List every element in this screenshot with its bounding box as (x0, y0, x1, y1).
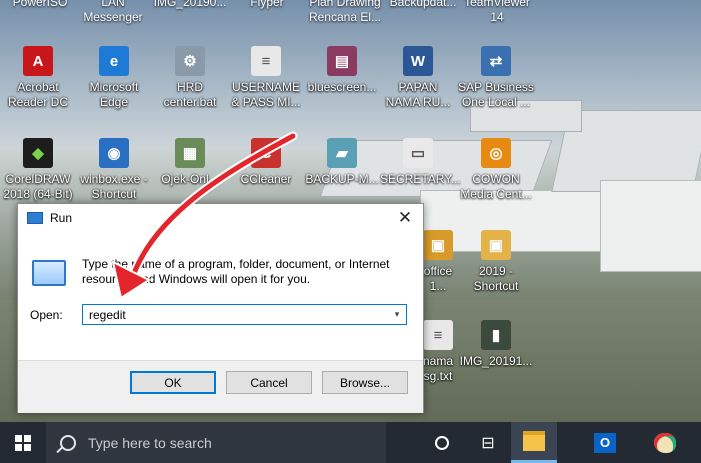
desktop-icon-label: CCleaner (240, 172, 292, 186)
desktop-icon-sap[interactable]: ⇄ SAP Business One Local ... (458, 46, 534, 110)
paint-button[interactable] (642, 422, 688, 463)
folder-icon (523, 431, 545, 451)
desktop-icon-label: SAP Business One Local ... (458, 80, 534, 109)
sap-icon: ⇄ (481, 46, 511, 76)
close-icon[interactable]: ✕ (387, 204, 423, 232)
image-file-icon: ▦ (175, 138, 205, 168)
coreldraw-icon: ◆ (23, 138, 53, 168)
paint-palette-icon (654, 432, 676, 453)
outlook-button[interactable]: O (582, 422, 628, 463)
desktop-icon-label[interactable]: Plan Drawing Rencana El... (300, 0, 390, 25)
text-file-icon: ≡ (423, 320, 453, 350)
chevron-down-icon[interactable]: ▾ (388, 309, 406, 320)
task-view-icon: ⊟ (481, 434, 495, 452)
desktop-icon-hrd[interactable]: ⚙ HRD center.bat (152, 46, 228, 110)
desktop-icon-label: Microsoft Edge (89, 80, 139, 109)
cortana-icon (435, 435, 449, 450)
desktop-icon-label: PAPAN NAMA RU... (385, 80, 451, 109)
taskbar-search-box[interactable]: Type here to search (46, 422, 386, 463)
windows-logo-icon (15, 434, 31, 451)
desktop-icon-label: bluescreen... (307, 80, 377, 94)
ok-button[interactable]: OK (130, 371, 216, 394)
acrobat-icon: A (23, 46, 53, 76)
open-input[interactable]: regedit ▾ (82, 304, 407, 325)
desktop-icon-secretary[interactable]: ▭ SECRETARY... (380, 138, 461, 187)
cortana-button[interactable] (419, 422, 465, 463)
run-description: Type the name of a program, folder, docu… (82, 257, 390, 286)
run-dialog: Run ✕ Type the name of a program, folder… (17, 203, 424, 413)
desktop-icon-label: 2019 - Shortcut (473, 264, 519, 293)
search-placeholder: Type here to search (88, 434, 212, 451)
desktop-icon-label: CorelDRAW 2018 (64-Bit) (3, 172, 73, 201)
desktop-icon-label: Ojek-Onl... (161, 172, 219, 186)
run-title: Run (50, 211, 73, 225)
edge-icon: e (99, 46, 129, 76)
start-button[interactable] (0, 422, 46, 463)
factory-wall-2 (600, 180, 701, 272)
browse-button[interactable]: Browse... (322, 371, 408, 394)
cowon-icon: ◎ (481, 138, 511, 168)
file-explorer-button[interactable] (511, 422, 557, 463)
desktop-icon-label: HRD center.bat (163, 80, 217, 109)
run-app-icon (27, 212, 43, 224)
run-titlebar[interactable]: Run ✕ (18, 204, 423, 232)
desktop-icon-coreldraw[interactable]: ◆ CorelDRAW 2018 (64-Bit) (0, 138, 76, 202)
ccleaner-icon: C (251, 138, 281, 168)
desktop-icon-label: SECRETARY... (380, 172, 461, 186)
desktop-icon-label: winbox.exe - Shortcut (80, 172, 148, 201)
winrar-icon: ▤ (327, 46, 357, 76)
text-file-icon: ≡ (251, 46, 281, 76)
folder-shortcut-icon: ▣ (423, 230, 453, 260)
button-row: OK Cancel Browse... (18, 360, 423, 413)
desktop-icon-bluescreen[interactable]: ▤ bluescreen... (304, 46, 380, 95)
desktop-icon-label: Acrobat Reader DC (7, 80, 69, 109)
desktop-icon-img[interactable]: ▮ IMG_20191... (458, 320, 534, 369)
desktop-icon-backup[interactable]: ▰ BACKUP-M... (304, 138, 380, 187)
search-icon (60, 434, 76, 451)
desktop-icon-ojek[interactable]: ▦ Ojek-Onl... (152, 138, 228, 187)
desktop-icon-label: BACKUP-M... (305, 172, 379, 186)
run-body: Type the name of a program, folder, docu… (18, 232, 423, 413)
task-view-button[interactable]: ⊟ (465, 422, 511, 463)
desktop-icon-ccleaner[interactable]: C CCleaner (228, 138, 304, 187)
desktop-icon-label[interactable]: TeamViewer 14 (452, 0, 542, 25)
desktop-icon-label[interactable]: Flyper (222, 0, 312, 10)
desktop-icon-label: USERNAME & PASS MI... (231, 80, 301, 109)
desktop-icon-2019-shortcut[interactable]: ▣ 2019 - Shortcut (458, 230, 534, 294)
folder-shortcut-icon: ▣ (481, 230, 511, 260)
desktop-icon-label: IMG_20191... (459, 354, 533, 368)
open-label: Open: (30, 308, 63, 322)
desktop-icon-edge[interactable]: e Microsoft Edge (76, 46, 152, 110)
open-input-value[interactable]: regedit (83, 308, 388, 322)
desktop-icon-cowon[interactable]: ◎ COWON Media Cent... (458, 138, 534, 202)
word-doc-icon: W (403, 46, 433, 76)
backup-file-icon: ▰ (327, 138, 357, 168)
image-file-icon: ▮ (481, 320, 511, 350)
cancel-button[interactable]: Cancel (226, 371, 312, 394)
desktop-icon-acrobat[interactable]: A Acrobat Reader DC (0, 46, 76, 110)
desktop-icon-papan[interactable]: W PAPAN NAMA RU... (380, 46, 456, 110)
desktop-icon-winbox[interactable]: ◉ winbox.exe - Shortcut (76, 138, 152, 202)
batch-file-icon: ⚙ (175, 46, 205, 76)
document-icon: ▭ (403, 138, 433, 168)
winbox-icon: ◉ (99, 138, 129, 168)
desktop-icon-username[interactable]: ≡ USERNAME & PASS MI... (228, 46, 304, 110)
run-window-icon (32, 260, 66, 286)
desktop-icon-label: COWON Media Cent... (460, 172, 532, 201)
outlook-icon: O (594, 432, 616, 453)
taskbar: Type here to search ⊟ O (0, 422, 701, 463)
